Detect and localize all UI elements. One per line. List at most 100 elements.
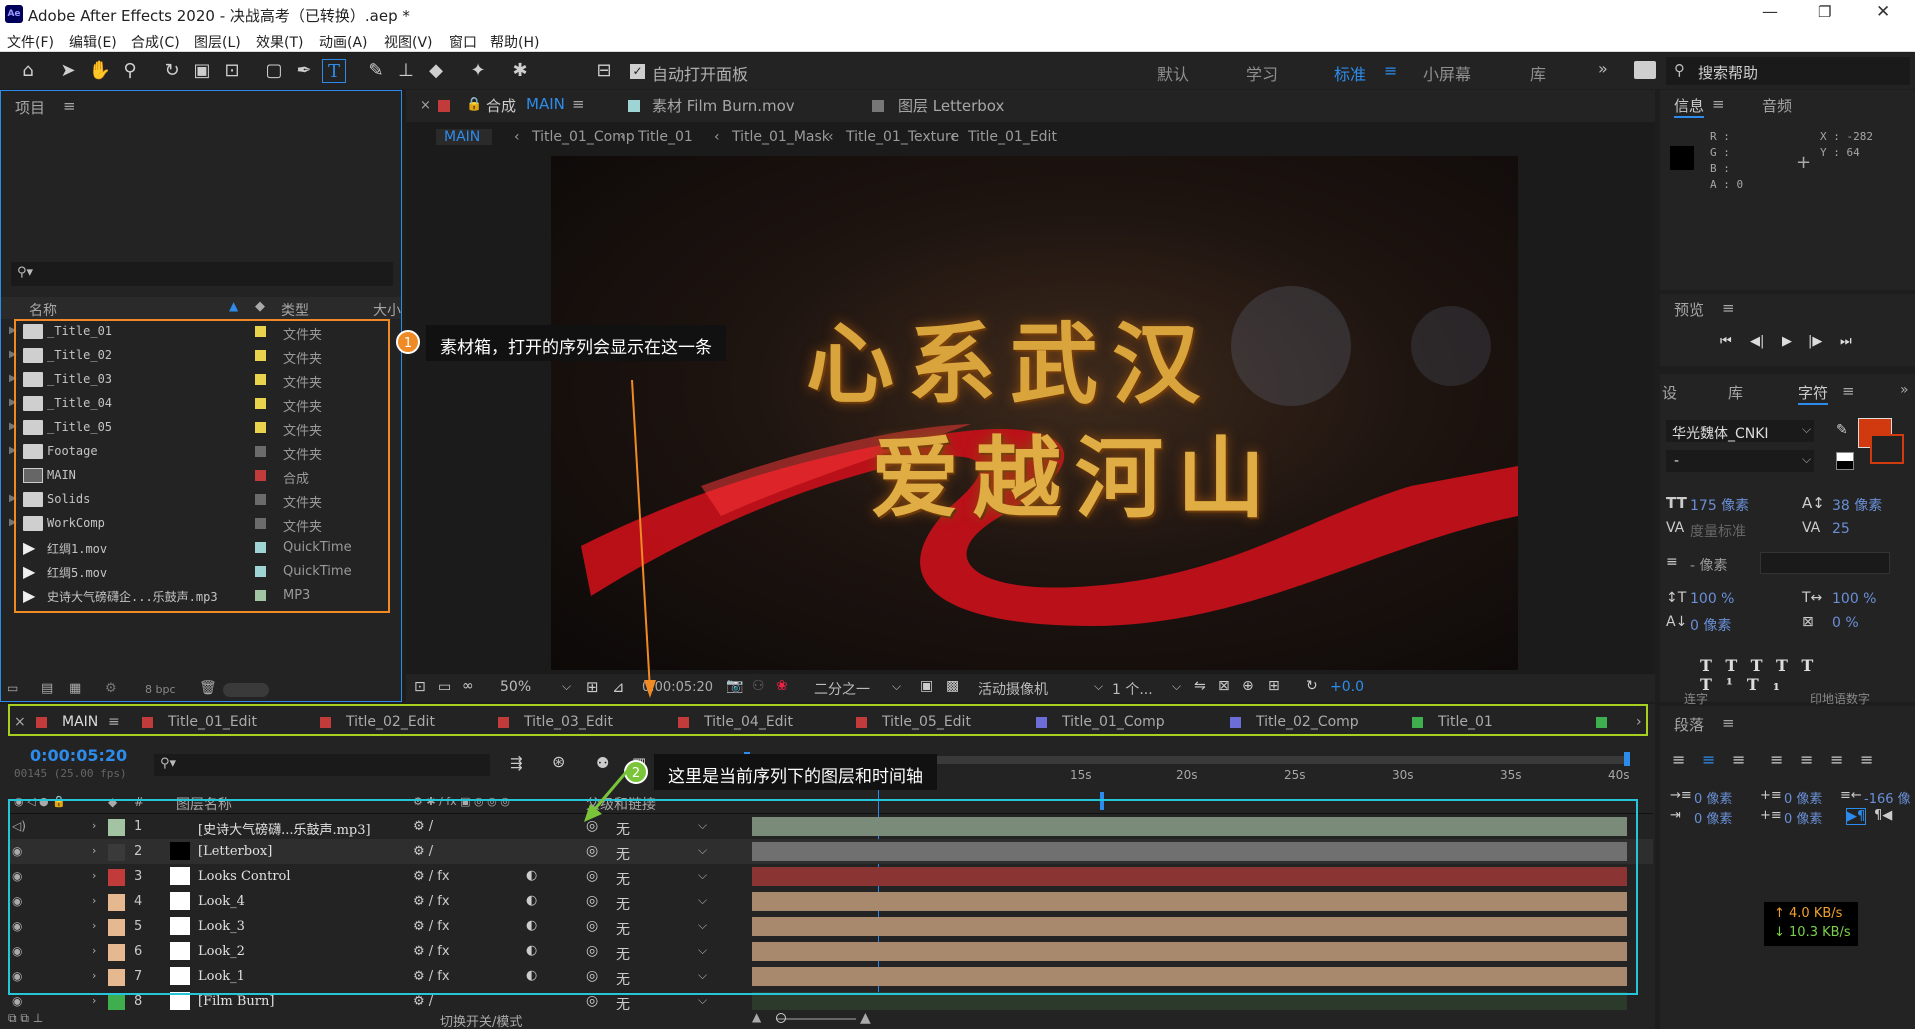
pen-tool-icon[interactable]: ✒ xyxy=(292,59,316,83)
breadcrumb-item[interactable]: Title_01_Edit xyxy=(968,129,1057,145)
views-select[interactable]: 1 个... xyxy=(1112,679,1153,699)
tab-library[interactable]: 库 xyxy=(1728,382,1743,403)
stroke-width-value[interactable]: - 像素 xyxy=(1690,555,1728,575)
bit-depth-label[interactable]: 8 bpc xyxy=(145,683,176,696)
clone-stamp-tool-icon[interactable]: ⊥ xyxy=(394,59,418,83)
previous-frame-icon[interactable]: ◀| xyxy=(1750,334,1764,349)
timeline-tab[interactable]: Title_01 xyxy=(1438,714,1493,730)
play-icon[interactable]: ▶ xyxy=(1782,334,1792,349)
next-frame-icon[interactable]: |▶ xyxy=(1808,334,1822,349)
justify-left-icon[interactable]: ≡ xyxy=(1770,750,1783,769)
sort-arrow-icon[interactable]: ▲ xyxy=(229,299,238,313)
indent-first-value[interactable]: 0 像素 xyxy=(1694,808,1732,827)
timeline-tab[interactable]: MAIN xyxy=(62,714,98,730)
stroke-color-swatch[interactable] xyxy=(1870,434,1904,464)
pan-behind-tool-icon[interactable]: ⊡ xyxy=(220,59,244,83)
zoom-chevron-icon[interactable]: ⌵ xyxy=(562,679,571,694)
vertical-scale-value[interactable]: 100 % xyxy=(1690,591,1734,607)
first-frame-icon[interactable]: ⏮ xyxy=(1720,334,1732,349)
space-before-value[interactable]: 0 像素 xyxy=(1784,788,1822,807)
camera-chevron-icon[interactable]: ⌵ xyxy=(1094,679,1103,694)
zoom-tool-icon[interactable]: ⚲ xyxy=(118,59,142,83)
more-tabs-icon[interactable]: › xyxy=(1636,714,1642,730)
info-menu-icon[interactable]: ≡ xyxy=(1712,95,1725,113)
brush-tool-icon[interactable]: ✎ xyxy=(364,59,388,83)
minimize-icon[interactable]: — xyxy=(1762,2,1778,21)
roto-brush-tool-icon[interactable]: ✦ xyxy=(466,59,490,83)
character-menu-icon[interactable]: ≡ xyxy=(1842,382,1855,400)
font-family-select[interactable]: 华光魏体_CNKI xyxy=(1666,420,1814,442)
space-after-value[interactable]: 0 像素 xyxy=(1784,808,1822,827)
timeline-timecode[interactable]: 0:00:05:20 xyxy=(30,746,127,765)
workspace-library[interactable]: 库 xyxy=(1530,61,1546,85)
lock-icon[interactable]: 🔒 xyxy=(466,97,482,112)
viewer-menu-icon[interactable]: ≡ xyxy=(572,95,585,113)
new-composition-icon[interactable]: ▦ xyxy=(69,681,81,696)
breadcrumb-item[interactable]: Title_01_Mask xyxy=(732,129,830,145)
selection-tool-icon[interactable]: ➤ xyxy=(56,59,80,83)
menu-help[interactable]: 帮助(H) xyxy=(490,32,539,52)
paragraph-title[interactable]: 段落 xyxy=(1674,714,1704,735)
camera-select[interactable]: 活动摄像机 xyxy=(978,679,1048,699)
indent-left-value[interactable]: 0 像素 xyxy=(1694,788,1732,807)
layer-search-input[interactable]: ⚲▾ xyxy=(154,754,490,776)
workspace-standard[interactable]: 标准 xyxy=(1334,61,1366,85)
rtl-direction-icon[interactable]: ¶◀ xyxy=(1874,808,1892,823)
workspace-menu-icon[interactable]: ≡ xyxy=(1384,61,1397,80)
baseline-shift-value[interactable]: 0 像素 xyxy=(1690,615,1731,635)
reset-exposure-icon[interactable]: ⊠ xyxy=(1218,678,1230,694)
flowchart-icon[interactable]: ⊕ xyxy=(1242,678,1254,694)
project-search-input[interactable]: ⚲▾ xyxy=(11,262,393,286)
footer-expand-icons[interactable]: ⧉ ⧉ ⊥ xyxy=(8,1011,43,1026)
leading-value[interactable]: 38 像素 xyxy=(1832,495,1882,515)
menu-file[interactable]: 文件(F) xyxy=(7,32,54,52)
region-of-interest-icon[interactable]: ▣ xyxy=(920,678,933,694)
tab-info[interactable]: 信息 xyxy=(1674,95,1705,118)
timeline-zoom-slider[interactable] xyxy=(776,1018,856,1020)
paragraph-menu-icon[interactable]: ≡ xyxy=(1722,714,1735,732)
preview-menu-icon[interactable]: ≡ xyxy=(1722,299,1735,317)
search-help-field[interactable]: ⚲ 搜索帮助 xyxy=(1666,57,1910,85)
tab-composition-main[interactable]: MAIN xyxy=(526,95,565,113)
viewer-close-icon[interactable]: × xyxy=(420,98,431,113)
timeline-close-icon[interactable]: × xyxy=(14,714,26,730)
visibility-toggle-icon[interactable]: ◉ xyxy=(12,994,30,1008)
horizontal-scale-value[interactable]: 100 % xyxy=(1832,591,1876,607)
ligature-label[interactable]: 连字 xyxy=(1684,690,1708,707)
new-folder-icon[interactable]: ▤ xyxy=(41,681,53,696)
mask-icon[interactable]: ⊿ xyxy=(612,678,625,696)
twirl-icon[interactable]: › xyxy=(92,994,96,1007)
tab-settings[interactable]: 设 xyxy=(1662,382,1677,403)
close-icon[interactable]: ✕ xyxy=(1876,2,1890,22)
timeline-tab[interactable]: Title_01_Comp xyxy=(1062,714,1165,730)
last-frame-icon[interactable]: ⏭ xyxy=(1840,334,1852,349)
type-column-header[interactable]: 类型 xyxy=(281,300,309,320)
zoom-in-icon[interactable]: ▲ xyxy=(860,1010,871,1026)
menu-window[interactable]: 窗口 xyxy=(449,32,477,52)
stroke-type-select[interactable] xyxy=(1760,552,1890,574)
justify-center-icon[interactable]: ≡ xyxy=(1800,750,1813,769)
show-snapshot-icon[interactable]: ⚇ xyxy=(752,678,765,694)
draft-3d-icon[interactable]: ⊛ xyxy=(552,752,565,771)
workspace-learn[interactable]: 学习 xyxy=(1246,61,1278,85)
hindi-digits-label[interactable]: 印地语数字 xyxy=(1810,690,1870,707)
menu-composition[interactable]: 合成(C) xyxy=(131,32,180,52)
project-settings-icon[interactable]: ⚙ xyxy=(105,681,117,696)
timeline-tab[interactable]: Title_03_Edit xyxy=(524,714,613,730)
tab-composition-prefix[interactable]: 合成 xyxy=(486,95,516,116)
tab-layer[interactable]: 图层 Letterbox xyxy=(898,95,1004,116)
layer-switches[interactable]: ⚙ / xyxy=(413,994,433,1009)
breadcrumb-item[interactable]: Title_01 xyxy=(638,129,693,145)
eyedropper-icon[interactable]: ✎ xyxy=(1836,422,1848,438)
resolution-chevron-icon[interactable]: ⌵ xyxy=(892,679,901,694)
pick-whip-icon[interactable]: ◎ xyxy=(586,993,598,1009)
menu-view[interactable]: 视图(V) xyxy=(384,32,433,52)
font-size-value[interactable]: 175 像素 xyxy=(1690,495,1749,515)
vr-icon[interactable]: ∞ xyxy=(462,678,474,694)
preview-title[interactable]: 预览 xyxy=(1674,299,1704,320)
type-tool-icon[interactable]: T xyxy=(322,59,346,83)
rectangle-tool-icon[interactable]: ▢ xyxy=(262,59,286,83)
exposure-value[interactable]: +0.0 xyxy=(1330,679,1364,695)
justify-all-icon[interactable]: ≡ xyxy=(1860,750,1873,769)
rotation-tool-icon[interactable]: ↻ xyxy=(160,59,184,83)
